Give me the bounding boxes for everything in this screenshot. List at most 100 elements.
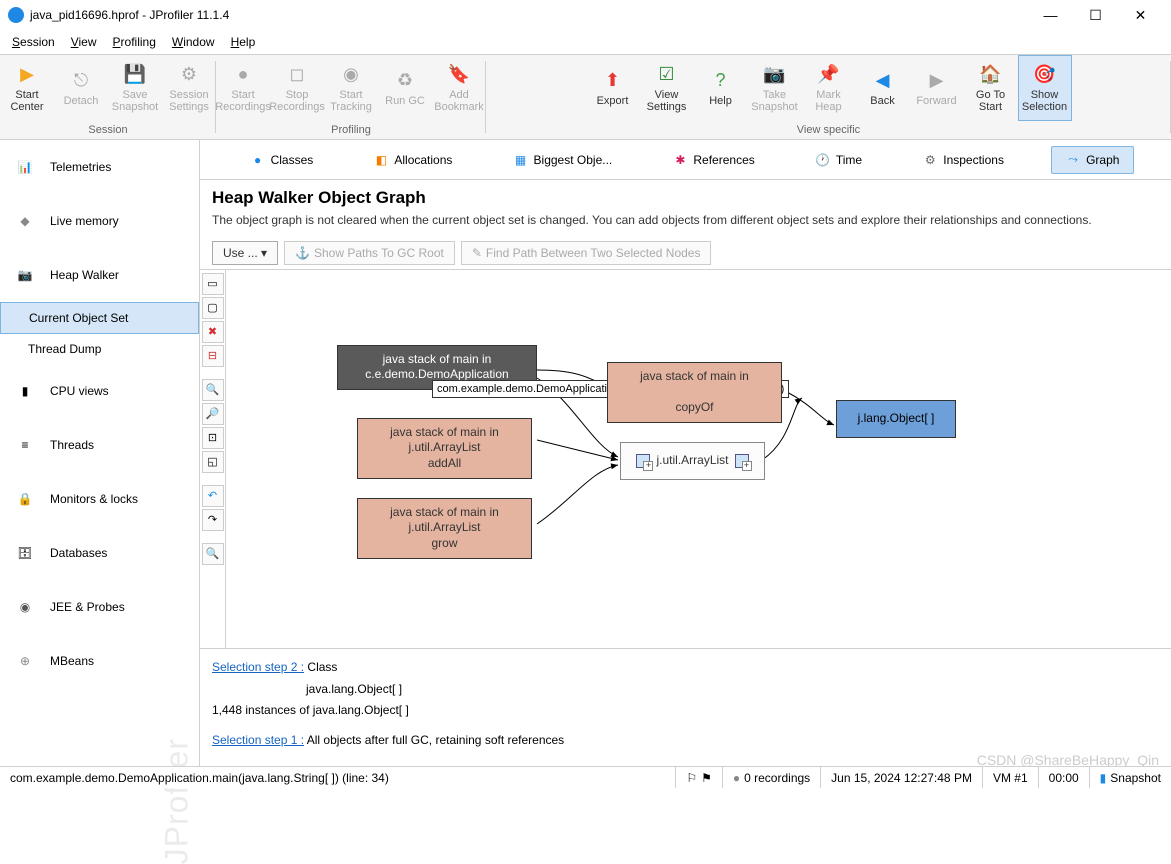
tabbar: ●Classes ◧Allocations ▦Biggest Obje... ✱… xyxy=(200,140,1171,180)
menu-help[interactable]: Help xyxy=(223,33,264,51)
time-icon: 🕐 xyxy=(816,153,830,167)
tool-fit[interactable]: ▭ xyxy=(202,273,224,295)
save-snapshot-button[interactable]: 💾Save Snapshot xyxy=(108,55,162,121)
close-button[interactable]: ✕ xyxy=(1118,0,1163,30)
expand-out-icon[interactable] xyxy=(735,454,749,468)
stop-recordings-button[interactable]: ◻Stop Recordings xyxy=(270,55,324,121)
show-selection-button[interactable]: 🎯Show Selection xyxy=(1018,55,1072,121)
tool-undo[interactable]: ↶ xyxy=(202,485,224,507)
tab-classes[interactable]: ●Classes xyxy=(237,147,328,173)
tab-biggest-objects[interactable]: ▦Biggest Obje... xyxy=(500,147,627,173)
menu-view[interactable]: View xyxy=(63,33,105,51)
session-settings-button[interactable]: ⚙Session Settings xyxy=(162,55,216,121)
graph-toolbar: ▭ ▢ ✖ ⊟ 🔍 🔎 ⊡ ◱ ↶ ↷ 🔍 xyxy=(200,270,226,648)
selection-class-name: java.lang.Object[ ] xyxy=(212,679,1159,701)
sidebar-item-jee-probes[interactable]: ◉JEE & Probes xyxy=(0,580,199,634)
view-settings-button[interactable]: ☑View Settings xyxy=(640,55,694,121)
database-icon: 🗄 xyxy=(12,540,38,566)
selection-step-2-link[interactable]: Selection step 2 : xyxy=(212,660,304,674)
tab-label: Allocations xyxy=(394,153,452,167)
maximize-button[interactable]: ☐ xyxy=(1073,0,1118,30)
tool-delete[interactable]: ✖ xyxy=(202,321,224,343)
show-paths-button[interactable]: ⚓Show Paths To GC Root xyxy=(284,241,455,265)
tab-references[interactable]: ✱References xyxy=(659,147,768,173)
menu-window[interactable]: Window xyxy=(164,33,223,51)
use-dropdown[interactable]: Use ... ▾ xyxy=(212,241,278,265)
snapshot-icon: ▮ xyxy=(1100,771,1107,785)
sidebar-item-thread-dump[interactable]: Thread Dump xyxy=(0,334,199,364)
home-icon: 🏠 xyxy=(979,63,1003,87)
sidebar-item-mbeans[interactable]: ⊕MBeans xyxy=(0,634,199,688)
start-recordings-button[interactable]: ●Start Recordings xyxy=(216,55,270,121)
toolbar: ▶Start Center ⎋Detach 💾Save Snapshot ⚙Se… xyxy=(0,54,1171,140)
probes-icon: ◉ xyxy=(12,594,38,620)
tool-search[interactable]: 🔍 xyxy=(202,543,224,565)
tab-allocations[interactable]: ◧Allocations xyxy=(360,147,466,173)
sidebar-item-threads[interactable]: ≡Threads xyxy=(0,418,199,472)
anchor-icon: ⚓ xyxy=(295,246,310,260)
sidebar-label: Monitors & locks xyxy=(50,492,138,506)
memory-icon: ◆ xyxy=(12,208,38,234)
inspections-icon: ⚙ xyxy=(923,153,937,167)
tool-remove[interactable]: ⊟ xyxy=(202,345,224,367)
tracking-icon: ◉ xyxy=(339,63,363,87)
graph-node-copyof[interactable]: java stack of main in . copyOf xyxy=(607,362,782,423)
back-button[interactable]: ◀Back xyxy=(856,55,910,121)
flag-icon: ⚐ xyxy=(686,771,697,785)
expand-in-icon[interactable] xyxy=(636,454,650,468)
start-center-button[interactable]: ▶Start Center xyxy=(0,55,54,121)
help-icon: ? xyxy=(709,69,733,93)
telemetries-icon: 📊 xyxy=(12,154,38,180)
sidebar-label: Current Object Set xyxy=(29,311,128,325)
graph-node-arraylist[interactable]: j.util.ArrayList xyxy=(620,442,765,480)
minimize-button[interactable]: — xyxy=(1028,0,1073,30)
graph-node-grow[interactable]: java stack of main in j.util.ArrayList g… xyxy=(357,498,532,559)
selection-step-1-link[interactable]: Selection step 1 : xyxy=(212,733,304,747)
sidebar-item-cpu-views[interactable]: ▮CPU views xyxy=(0,364,199,418)
tool-zoom-100[interactable]: ◱ xyxy=(202,451,224,473)
graph-node-object-array[interactable]: j.lang.Object[ ] xyxy=(836,400,956,438)
help-button[interactable]: ?Help xyxy=(694,55,748,121)
start-tracking-button[interactable]: ◉Start Tracking xyxy=(324,55,378,121)
detach-button[interactable]: ⎋Detach xyxy=(54,55,108,121)
tool-zoom-out[interactable]: 🔎 xyxy=(202,403,224,425)
menu-profiling[interactable]: Profiling xyxy=(105,33,164,51)
tab-graph[interactable]: ⤳Graph xyxy=(1051,146,1134,174)
forward-button[interactable]: ▶Forward xyxy=(910,55,964,121)
add-bookmark-button[interactable]: 🔖Add Bookmark xyxy=(432,55,486,121)
target-icon: 🎯 xyxy=(1033,63,1057,87)
mark-heap-button[interactable]: 📌Mark Heap xyxy=(802,55,856,121)
tool-zoom-in[interactable]: 🔍 xyxy=(202,379,224,401)
threads-icon: ≡ xyxy=(12,432,38,458)
tool-redo[interactable]: ↷ xyxy=(202,509,224,531)
sidebar-item-live-memory[interactable]: ◆Live memory xyxy=(0,194,199,248)
status-elapsed: 00:00 xyxy=(1038,767,1089,788)
sidebar-item-databases[interactable]: 🗄Databases xyxy=(0,526,199,580)
sidebar-item-heap-walker[interactable]: 📷Heap Walker xyxy=(0,248,199,302)
biggest-icon: ▦ xyxy=(514,153,528,167)
window-title: java_pid16696.hprof - JProfiler 11.1.4 xyxy=(30,8,229,22)
tool-zoom-fit[interactable]: ⊡ xyxy=(202,427,224,449)
menubar: Session View Profiling Window Help xyxy=(0,30,1171,54)
sidebar-item-telemetries[interactable]: 📊Telemetries xyxy=(0,140,199,194)
menu-session[interactable]: Session xyxy=(4,33,63,51)
group-label-profiling: Profiling xyxy=(331,121,371,139)
tab-time[interactable]: 🕐 Time xyxy=(802,147,876,173)
take-snapshot-button[interactable]: 📷Take Snapshot xyxy=(748,55,802,121)
graph-node-addall[interactable]: java stack of main in j.util.ArrayList a… xyxy=(357,418,532,479)
camera-icon: 📷 xyxy=(763,63,787,87)
sidebar-label: Thread Dump xyxy=(28,342,101,356)
goto-start-button[interactable]: 🏠Go To Start xyxy=(964,55,1018,121)
graph-canvas[interactable]: java stack of main in c.e.demo.DemoAppli… xyxy=(226,270,1171,648)
status-path: com.example.demo.DemoApplication.main(ja… xyxy=(0,767,675,788)
tab-inspections[interactable]: ⚙Inspections xyxy=(909,147,1018,173)
tool-expand[interactable]: ▢ xyxy=(202,297,224,319)
export-button[interactable]: ⬆Export xyxy=(586,55,640,121)
run-gc-button[interactable]: ♻Run GC xyxy=(378,55,432,121)
tab-label: Time xyxy=(836,153,862,167)
status-vm: VM #1 xyxy=(982,767,1038,788)
sidebar-item-monitors-locks[interactable]: 🔒Monitors & locks xyxy=(0,472,199,526)
sidebar-item-current-object-set[interactable]: Current Object Set xyxy=(0,302,199,334)
find-path-button[interactable]: ✎Find Path Between Two Selected Nodes xyxy=(461,241,712,265)
tab-label: References xyxy=(693,153,754,167)
